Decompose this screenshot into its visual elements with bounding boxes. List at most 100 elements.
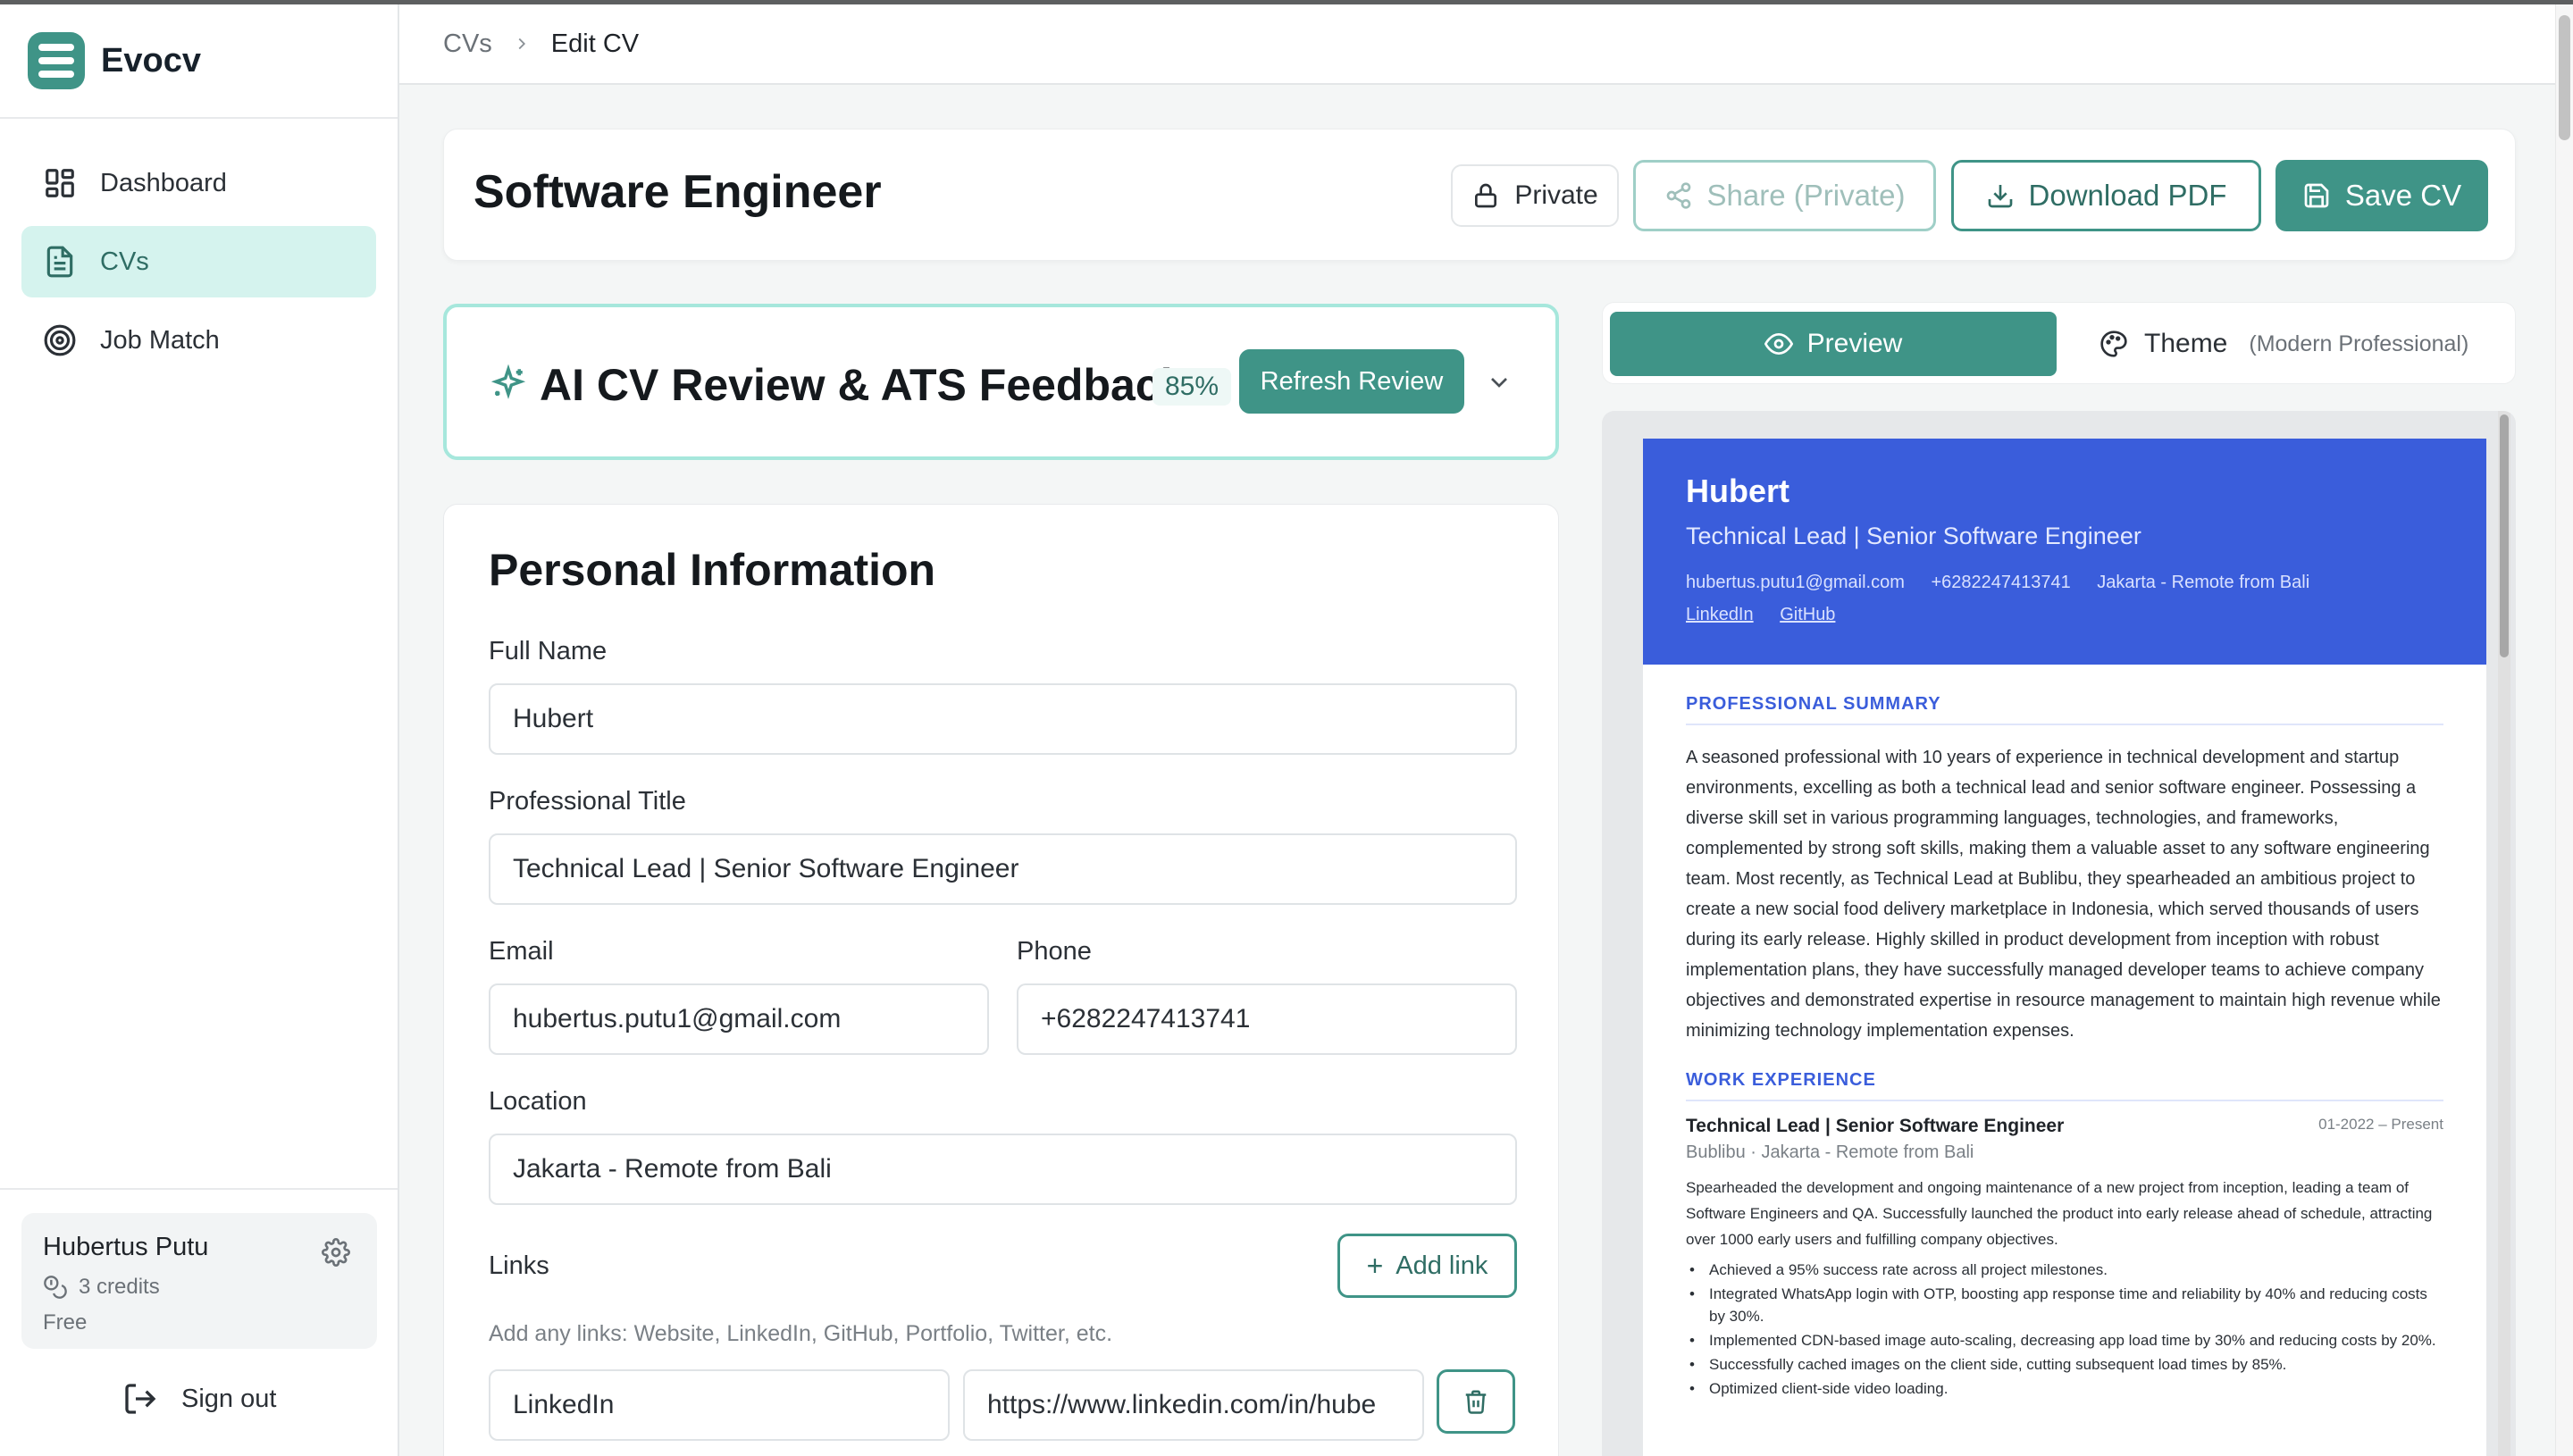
preview-scrollbar-thumb[interactable]	[2500, 414, 2509, 657]
cv-preview-email: hubertus.putu1@gmail.com	[1686, 573, 1905, 592]
sidebar: Evocv Dashboard CVs Job Match Hubertus P…	[0, 4, 399, 1456]
cv-preview-frame[interactable]: Hubert Technical Lead | Senior Software …	[1602, 411, 2516, 1456]
download-pdf-button[interactable]: Download PDF	[1951, 160, 2261, 231]
theme-name: (Modern Professional)	[2249, 331, 2469, 356]
tab-theme[interactable]: Theme (Modern Professional)	[2099, 312, 2468, 376]
credits: 3 credits	[43, 1275, 356, 1300]
delete-link-button[interactable]	[1437, 1369, 1515, 1434]
chevron-down-icon[interactable]	[1485, 368, 1513, 397]
page-title: Software Engineer	[474, 166, 882, 218]
link-url-field[interactable]: https://www.linkedin.com/in/hube	[963, 1369, 1424, 1441]
logo-icon	[28, 32, 85, 89]
cv-preview-links: LinkedIn GitHub	[1686, 605, 1856, 625]
breadcrumb: CVs Edit CV	[399, 4, 2561, 85]
lock-icon	[1475, 183, 1497, 208]
job-description: Spearheaded the development and ongoing …	[1686, 1179, 2433, 1248]
share-button[interactable]: Share (Private)	[1633, 160, 1936, 231]
personal-info-card: Personal Information Full Name Hubert Pr…	[443, 504, 1559, 1456]
add-link-button[interactable]: + Add link	[1337, 1234, 1517, 1298]
private-button[interactable]: Private	[1451, 164, 1619, 227]
file-icon	[46, 246, 73, 278]
cv-preview-link[interactable]: GitHub	[1780, 605, 1835, 624]
target-icon	[44, 324, 76, 356]
list-item: Integrated WhatsApp login with OTP, boos…	[1686, 1283, 2445, 1327]
sidebar-item-dashboard[interactable]: Dashboard	[21, 147, 376, 219]
page-scrollbar-thumb[interactable]	[2559, 15, 2570, 140]
cv-section-heading: PROFESSIONAL SUMMARY	[1686, 694, 2443, 725]
user-name: Hubertus Putu	[43, 1233, 209, 1261]
sign-out-label: Sign out	[181, 1384, 277, 1413]
cv-preview-title: Technical Lead | Senior Software Enginee…	[1686, 523, 2141, 549]
sidebar-item-cvs[interactable]: CVs	[21, 226, 376, 297]
email-field[interactable]: hubertus.putu1@gmail.com	[489, 983, 989, 1055]
download-icon	[1988, 185, 2012, 208]
add-link-label: Add link	[1395, 1251, 1488, 1280]
cv-summary: A seasoned professional with 10 years of…	[1686, 748, 2441, 1041]
ai-review-card[interactable]: AI CV Review & ATS Feedback 85% Refresh …	[443, 304, 1559, 460]
dashboard-icon	[46, 169, 74, 197]
sidebar-item-job-match[interactable]: Job Match	[21, 305, 376, 376]
cv-preview-link[interactable]: LinkedIn	[1686, 605, 1754, 624]
list-item: Achieved a 95% success rate across all p…	[1686, 1259, 2445, 1281]
save-icon	[2304, 183, 2329, 208]
preview-tabs: Preview Theme (Modern Professional)	[1602, 302, 2516, 384]
job-dates: 01-2022 – Present	[2318, 1116, 2443, 1133]
cv-header-card: Software Engineer Private Share (Private…	[443, 129, 2516, 261]
cv-preview-header: Hubert Technical Lead | Senior Software …	[1643, 439, 2486, 665]
full-name-field[interactable]: Hubert	[489, 683, 1517, 755]
refresh-review-button[interactable]: Refresh Review	[1239, 349, 1464, 414]
job-company: Bublibu · Jakarta - Remote from Bali	[1686, 1142, 1974, 1162]
eye-icon	[1764, 332, 1793, 356]
job-title: Technical Lead | Senior Software Enginee…	[1686, 1116, 2065, 1136]
page-scrollbar[interactable]	[2555, 4, 2573, 1456]
links-label: Links	[489, 1251, 549, 1280]
share-icon	[1666, 182, 1690, 209]
professional-title-label: Professional Title	[489, 787, 686, 816]
signout-icon	[125, 1384, 156, 1414]
cv-preview-name: Hubert	[1686, 473, 1789, 509]
save-cv-button[interactable]: Save CV	[2275, 160, 2488, 231]
user-card: Hubertus Putu 3 credits Free	[21, 1213, 377, 1349]
private-label: Private	[1514, 180, 1598, 210]
list-item: Implemented CDN-based image auto-scaling…	[1686, 1329, 2445, 1351]
save-label: Save CV	[2344, 179, 2462, 212]
share-label: Share (Private)	[1706, 179, 1906, 212]
tab-preview[interactable]: Preview	[1610, 312, 2057, 376]
full-name-label: Full Name	[489, 637, 608, 665]
sidebar-item-label: Dashboard	[100, 168, 227, 197]
location-field[interactable]: Jakarta - Remote from Bali	[489, 1134, 1517, 1205]
location-label: Location	[489, 1087, 587, 1116]
cv-preview-contact: hubertus.putu1@gmail.com +6282247413741 …	[1686, 573, 2331, 593]
link-name-field[interactable]: LinkedIn	[489, 1369, 950, 1441]
sign-out-button[interactable]: Sign out	[122, 1381, 276, 1417]
sidebar-item-label: Job Match	[100, 325, 220, 355]
professional-title-field[interactable]: Technical Lead | Senior Software Enginee…	[489, 833, 1517, 905]
links-hint: Add any links: Website, LinkedIn, GitHub…	[489, 1321, 1113, 1346]
list-item: Successfully cached images on the client…	[1686, 1353, 2445, 1376]
breadcrumb-cvs[interactable]: CVs	[443, 29, 492, 59]
cv-preview-page: Hubert Technical Lead | Senior Software …	[1643, 439, 2486, 1456]
sidebar-nav: Dashboard CVs Job Match	[0, 119, 398, 412]
phone-label: Phone	[1017, 937, 1092, 966]
cv-section-heading: WORK EXPERIENCE	[1686, 1070, 2443, 1101]
coins-icon	[44, 1276, 67, 1299]
job-bullets: Achieved a 95% success rate across all p…	[1686, 1259, 2445, 1402]
plus-icon: +	[1366, 1249, 1384, 1282]
breadcrumb-current: Edit CV	[550, 29, 640, 58]
brand[interactable]: Evocv	[0, 4, 398, 119]
tab-preview-label: Preview	[1806, 329, 1903, 358]
tab-theme-label: Theme	[2144, 329, 2228, 358]
gear-icon[interactable]	[322, 1238, 350, 1267]
cv-preview-phone: +6282247413741	[1931, 573, 2071, 592]
user-area: Hubertus Putu 3 credits Free Sign out	[0, 1188, 398, 1456]
app-name: Evocv	[101, 41, 201, 79]
personal-info-title: Personal Information	[489, 545, 936, 595]
ats-score-badge: 85%	[1152, 368, 1231, 406]
phone-field[interactable]: +6282247413741	[1017, 983, 1517, 1055]
email-label: Email	[489, 937, 554, 966]
sidebar-item-label: CVs	[100, 247, 149, 276]
sparkle-icon	[490, 364, 526, 399]
plan-label: Free	[43, 1310, 88, 1335]
ai-review-title: AI CV Review & ATS Feedback	[540, 360, 1186, 410]
credits-label: 3 credits	[79, 1275, 160, 1299]
